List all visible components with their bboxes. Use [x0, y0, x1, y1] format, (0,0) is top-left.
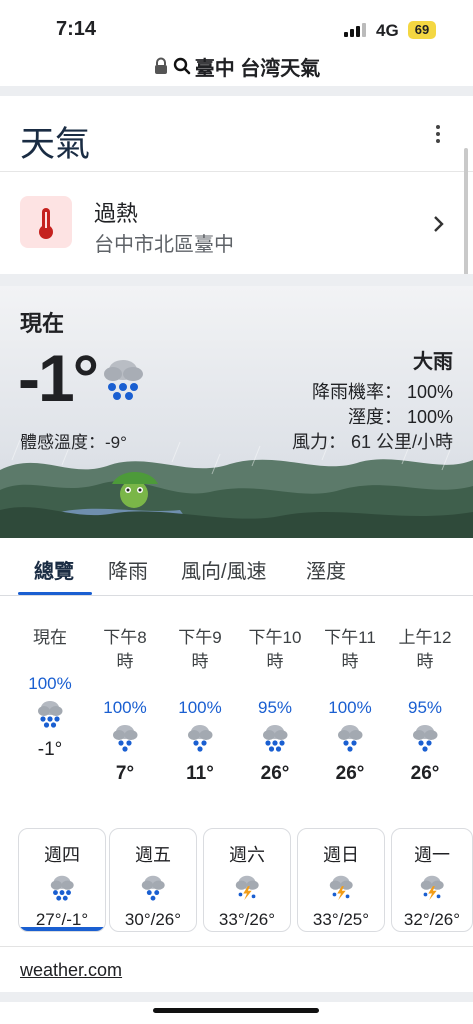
alert-location: 台中市北區臺中	[94, 234, 234, 256]
day-name: 週日	[323, 845, 359, 865]
day-temp-range: 32°/26°	[403, 910, 461, 929]
rain-icon	[410, 722, 440, 757]
day-temp-range: 33°/25°	[312, 910, 370, 929]
condition-text: 大雨	[413, 351, 453, 373]
tab-humidity[interactable]: 溼度	[306, 555, 346, 584]
daily-item[interactable]: 週六 33°/26°	[203, 828, 291, 932]
hourly-item: 下午8 時 100% 7°	[95, 626, 155, 785]
thunderstorm-icon	[418, 873, 446, 906]
heavy-rain-icon	[260, 722, 290, 757]
current-label: 現在	[20, 311, 65, 336]
tab-precipitation[interactable]: 降雨	[108, 555, 148, 584]
tab-wind[interactable]: 風向/風速	[181, 555, 267, 584]
day-name: 週四	[44, 845, 80, 865]
hour-label: 下午9 時	[178, 628, 222, 671]
hourly-item: 下午11 時 100% 26°	[320, 626, 380, 785]
lock-icon	[154, 57, 167, 74]
hour-label: 下午10 時	[248, 628, 302, 671]
divider	[0, 86, 473, 96]
hour-temp: 26°	[335, 763, 365, 784]
hourly-item: 下午9 時 100% 11°	[170, 626, 230, 785]
daily-item[interactable]: 週一 32°/26°	[391, 828, 473, 932]
rain-icon	[335, 722, 365, 757]
day-temp-range: 30°/26°	[124, 910, 182, 929]
hour-temp: -1°	[37, 739, 63, 760]
hour-precip: 95%	[257, 698, 293, 717]
thermometer-icon	[39, 208, 53, 239]
address-text: 臺中 台湾天氣	[194, 57, 321, 80]
tab-overview[interactable]: 總覽	[34, 555, 74, 584]
day-name: 週六	[229, 845, 265, 865]
daily-item[interactable]: 週五 30°/26°	[109, 828, 197, 932]
hour-temp: 26°	[260, 763, 290, 784]
battery-icon: 69	[408, 21, 436, 39]
chevron-right-icon[interactable]	[432, 215, 446, 233]
hour-temp: 7°	[115, 763, 135, 784]
cellular-signal-icon	[344, 23, 368, 37]
humidity: 溼度： 100%	[347, 407, 453, 427]
hour-precip: 95%	[407, 698, 443, 717]
selected-day-indicator	[19, 927, 105, 931]
heavy-rain-icon	[48, 873, 76, 906]
hour-label: 下午11 時	[324, 628, 376, 671]
thunderstorm-icon	[327, 873, 355, 906]
daily-item[interactable]: 週日 33°/25°	[297, 828, 385, 932]
hour-precip: 100%	[328, 698, 372, 717]
current-temperature: -1°	[18, 341, 99, 415]
hour-temp: 11°	[186, 763, 214, 784]
alert-title: 過熱	[94, 201, 139, 226]
hour-precip: 100%	[178, 698, 222, 717]
status-time: 7:14	[56, 18, 97, 40]
hour-label: 現在	[33, 628, 67, 647]
active-tab-indicator	[18, 592, 92, 595]
hour-precip: 100%	[103, 698, 147, 717]
heavy-rain-icon	[104, 360, 143, 400]
divider	[0, 274, 473, 286]
hour-temp: 26°	[410, 763, 440, 784]
hourly-item: 下午10 時 95% 26°	[245, 626, 305, 785]
rain-icon	[139, 873, 167, 906]
page-title: 天氣	[20, 125, 91, 164]
weather-header: 天氣	[0, 96, 473, 172]
divider	[0, 992, 473, 1002]
status-bar: 7:14 4G 69	[0, 0, 473, 48]
rain-icon	[185, 722, 215, 757]
day-temp-range: 33°/26°	[218, 910, 276, 929]
alert-icon-box	[20, 196, 72, 248]
address-bar[interactable]: 臺中 台湾天氣	[0, 50, 473, 82]
source-link[interactable]: weather.com	[20, 960, 122, 981]
daily-item[interactable]: 週四 27°/-1°	[18, 828, 106, 932]
heavy-rain-icon	[35, 698, 65, 733]
network-type: 4G	[376, 21, 399, 40]
hour-label: 下午8 時	[103, 628, 147, 671]
rainy-landscape-illustration	[0, 440, 473, 538]
home-indicator[interactable]	[153, 1008, 319, 1013]
precip-chance: 降雨機率： 100%	[311, 382, 453, 402]
day-name: 週一	[414, 845, 450, 865]
hourly-item: 現在 100% -1°	[20, 626, 80, 761]
more-options-icon[interactable]	[436, 125, 440, 146]
thunderstorm-icon	[233, 873, 261, 906]
divider	[0, 946, 473, 947]
hourly-item: 上午12 時 95% 26°	[395, 626, 455, 785]
hour-precip: 100%	[28, 674, 72, 693]
search-icon	[173, 57, 191, 75]
day-name: 週五	[135, 845, 171, 865]
hour-label: 上午12 時	[398, 628, 452, 671]
rain-icon	[110, 722, 140, 757]
